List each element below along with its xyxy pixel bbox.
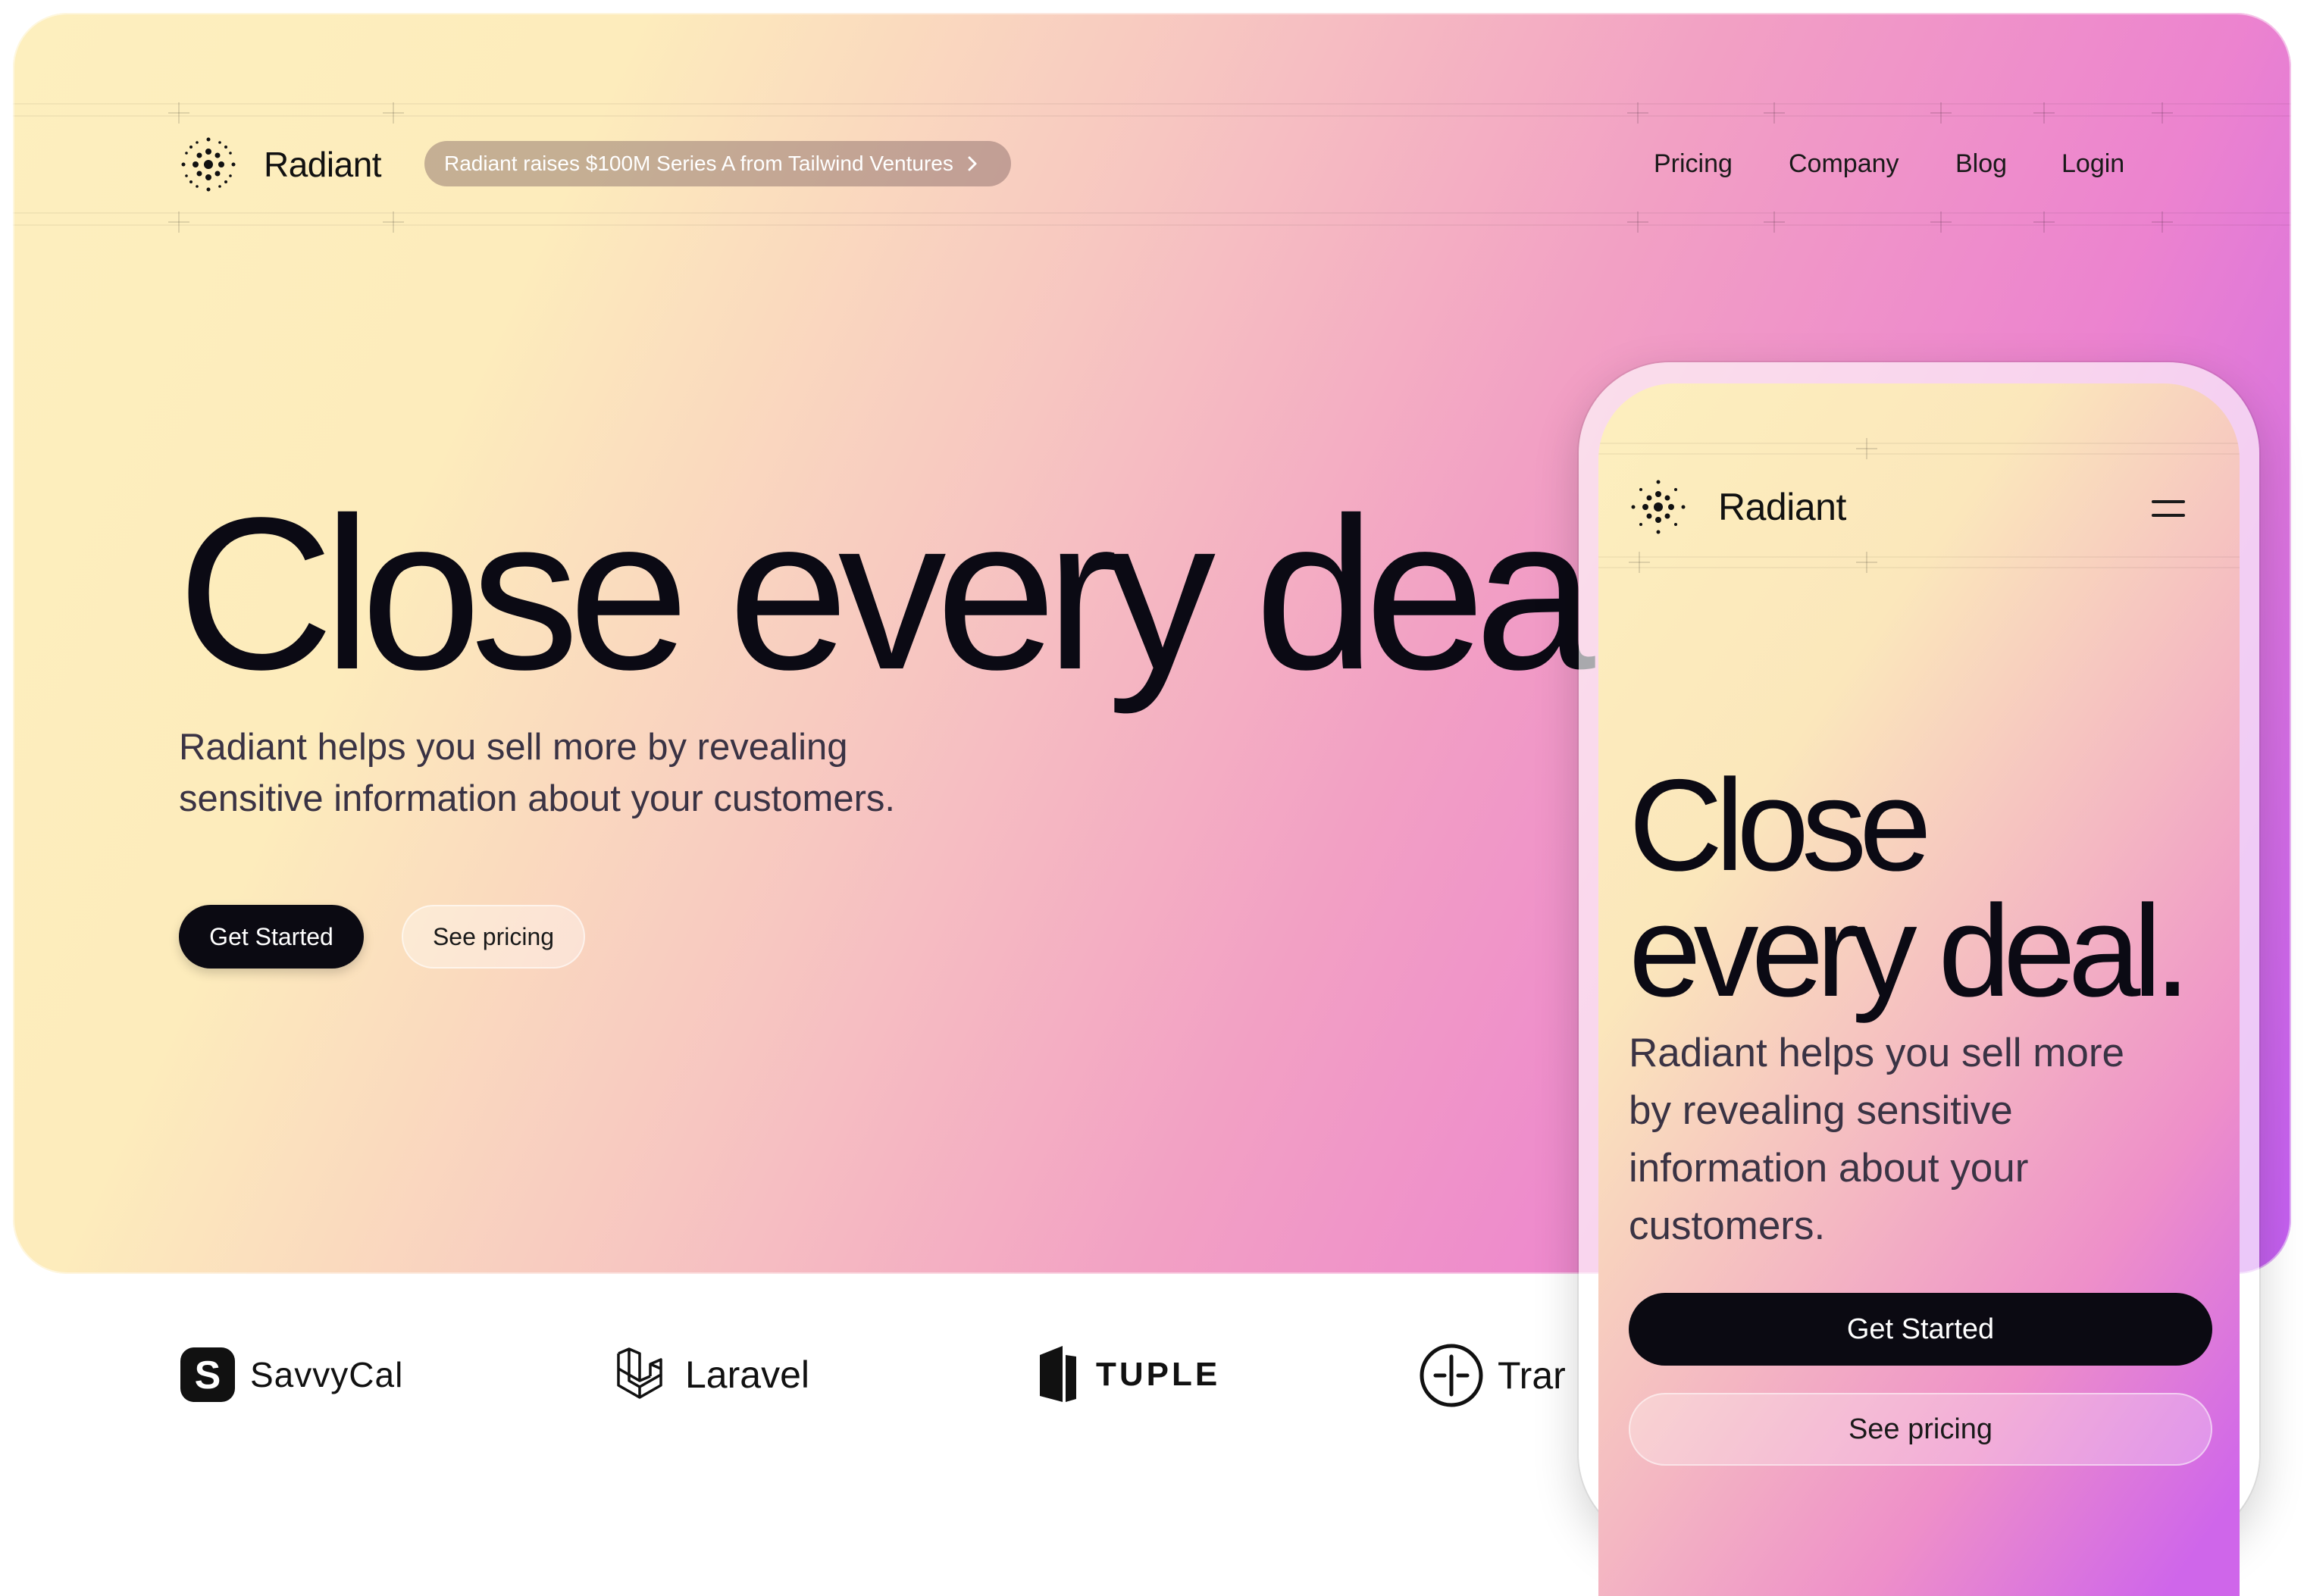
nav-link-pricing[interactable]: Pricing [1654, 144, 1733, 183]
grid-line [1598, 567, 2240, 568]
hero-subhead-line: Radiant helps you sell more by revealing [179, 727, 848, 768]
brand-transistor: Trar [1419, 1343, 1578, 1408]
grid-plus-icon [1764, 211, 1785, 233]
tuple-logo-icon [1040, 1346, 1076, 1402]
grid-line [13, 103, 2291, 105]
brand-savvycal: S SavvyCal [179, 1346, 403, 1404]
svg-text:S: S [195, 1353, 221, 1397]
brand-laravel: Laravel [614, 1346, 809, 1404]
grid-line [13, 224, 2291, 226]
nav-link-login[interactable]: Login [2061, 144, 2124, 183]
grid-plus-icon [383, 102, 404, 124]
grid-line [1598, 443, 2240, 444]
grid-plus-icon [2152, 102, 2173, 124]
hamburger-line [2152, 500, 2185, 503]
grid-plus-icon [1930, 211, 1952, 233]
brand-name-laravel: Laravel [685, 1353, 809, 1396]
grid-plus-icon [168, 102, 189, 124]
grid-plus-icon [1627, 211, 1648, 233]
mobile-hero-subhead: Radiant helps you sell more by revealing… [1629, 1025, 2205, 1255]
grid-plus-icon [1856, 438, 1877, 459]
grid-plus-icon [1856, 552, 1877, 573]
announcement-text: Radiant raises $100M Series A from Tailw… [444, 152, 953, 175]
grid-line [1598, 453, 2240, 455]
grid-line [13, 115, 2291, 117]
laravel-logo-icon [617, 1347, 662, 1399]
mobile-see-pricing-button[interactable]: See pricing [1629, 1393, 2212, 1466]
mobile-logo-link[interactable]: Radiant [1629, 477, 1846, 537]
grid-line [1598, 556, 2240, 558]
brand-name-tuple: TUPLE [1096, 1356, 1221, 1393]
grid-plus-icon [168, 211, 189, 233]
logo-link[interactable]: Radiant [179, 135, 382, 194]
announcement-banner[interactable]: Radiant raises $100M Series A from Tailw… [424, 141, 1011, 186]
radiant-dots-icon [181, 137, 236, 192]
hamburger-menu-icon[interactable] [2152, 500, 2185, 518]
brand-tuple: TUPLE [1037, 1343, 1220, 1407]
brand-name: Radiant [264, 145, 382, 184]
mobile-subhead-line: Radiant helps you sell more [1629, 1031, 2125, 1075]
brand-name-transistor: Trar [1498, 1354, 1566, 1397]
radiant-dots-icon [1631, 480, 1686, 534]
phone-screen: Radiant Close every deal. Radiant helps … [1598, 383, 2240, 1596]
grid-plus-icon [2033, 211, 2055, 233]
chevron-right-icon [968, 156, 977, 171]
get-started-button[interactable]: Get Started [179, 905, 364, 969]
hero-headline: Close every deal. [177, 472, 1683, 715]
mobile-headline-line: Close [1629, 753, 1932, 898]
nav-link-blog[interactable]: Blog [1955, 144, 2007, 183]
phone-mockup: Radiant Close every deal. Radiant helps … [1579, 362, 2259, 1596]
nav-link-company[interactable]: Company [1789, 144, 1899, 183]
hero-subhead: Radiant helps you sell more by revealing… [179, 721, 1013, 825]
grid-plus-icon [1629, 552, 1650, 573]
mobile-brand-name: Radiant [1718, 486, 1846, 528]
grid-line [13, 212, 2291, 214]
grid-plus-icon [2152, 211, 2173, 233]
mobile-hero-headline: Close every deal. [1629, 760, 2190, 1016]
hero-subhead-line: sensitive information about your custome… [179, 778, 896, 819]
mobile-subhead-line: information about your [1629, 1146, 2029, 1191]
transistor-logo-icon [1420, 1344, 1483, 1407]
mobile-get-started-button[interactable]: Get Started [1629, 1293, 2212, 1366]
grid-plus-icon [1764, 102, 1785, 124]
mobile-headline-line: every deal. [1629, 878, 2190, 1024]
grid-plus-icon [1627, 102, 1648, 124]
mobile-subhead-line: customers. [1629, 1203, 1826, 1248]
grid-plus-icon [1930, 102, 1952, 124]
hamburger-line [2152, 514, 2185, 517]
mobile-subhead-line: by revealing sensitive [1629, 1088, 2013, 1133]
grid-plus-icon [2033, 102, 2055, 124]
brand-name-savvycal: SavvyCal [250, 1355, 404, 1394]
grid-plus-icon [383, 211, 404, 233]
savvycal-logo-icon: S [180, 1347, 235, 1402]
see-pricing-button[interactable]: See pricing [402, 905, 585, 969]
